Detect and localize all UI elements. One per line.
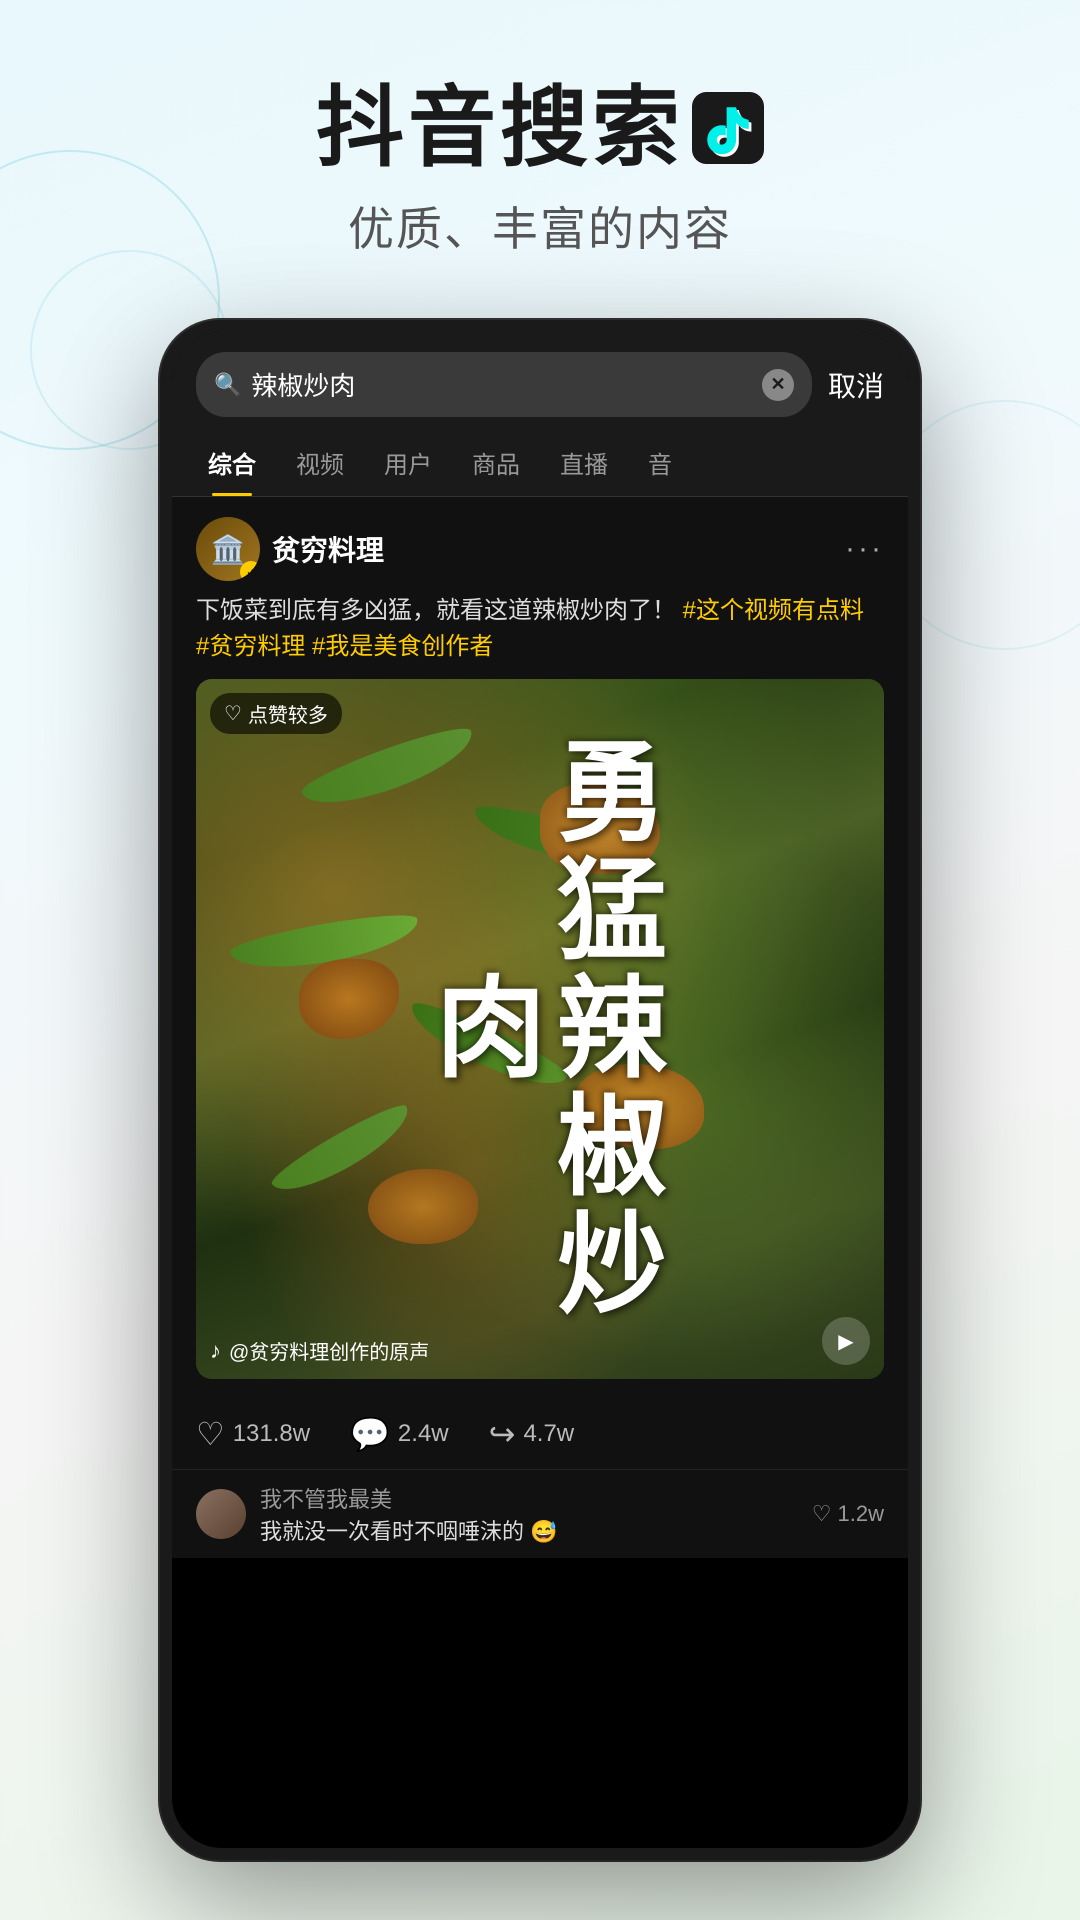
comment-like-number: 1.2w	[838, 1501, 884, 1527]
content-area: 🏛️ ✓ 贫穷料理 ··· 下饭菜到底有多凶猛，就看这道辣椒炒肉了！ #这个视频…	[172, 497, 908, 1558]
likes-tag-icon: ♡	[224, 701, 242, 726]
post-author[interactable]: 🏛️ ✓ 贫穷料理	[196, 517, 384, 581]
post-text: 下饭菜到底有多凶猛，就看这道辣椒炒肉了！ #这个视频有点料 #贫穷料理 #我是美…	[196, 593, 884, 665]
tab-直播[interactable]: 直播	[540, 429, 628, 496]
video-title-text: 勇猛辣椒炒肉	[419, 679, 661, 1379]
cancel-search-button[interactable]: 取消	[828, 365, 884, 405]
tab-商品[interactable]: 商品	[452, 429, 540, 496]
comment-text-area: 我不管我最美 我就没一次看时不咽唾沫的 😅	[260, 1482, 798, 1546]
comment-preview: 我不管我最美 我就没一次看时不咽唾沫的 😅 ♡ 1.2w	[172, 1469, 908, 1558]
tab-视频[interactable]: 视频	[276, 429, 364, 496]
comment-button[interactable]: 💬 2.4w	[350, 1415, 449, 1453]
search-icon: 🔍	[214, 372, 241, 398]
interaction-bar: ♡ 131.8w 💬 2.4w ↪ 4.7w	[172, 1399, 908, 1469]
tab-音[interactable]: 音	[628, 429, 692, 496]
header-section: 抖音搜索 优质、丰富的内容	[0, 0, 1080, 299]
share-icon: ↪	[489, 1415, 516, 1453]
search-input-container[interactable]: 🔍 辣椒炒肉 ✕	[196, 352, 812, 417]
tiktok-audio-icon: ♪	[210, 1338, 221, 1364]
phone-screen: 🔍 辣椒炒肉 ✕ 取消 综合 视频 用户 商品	[172, 332, 908, 1848]
clear-search-button[interactable]: ✕	[762, 369, 794, 401]
author-name: 贫穷料理	[272, 529, 384, 569]
audio-bar[interactable]: ♪ @贫穷料理创作的原声	[210, 1336, 429, 1365]
likes-tag: ♡ 点赞较多	[210, 693, 342, 734]
video-title-overlay: 勇猛辣椒炒肉	[196, 679, 884, 1379]
app-title-text: 抖音搜索	[316, 80, 684, 177]
comment-icon: 💬	[350, 1415, 390, 1453]
share-count: 4.7w	[523, 1420, 574, 1448]
like-button[interactable]: ♡ 131.8w	[196, 1415, 310, 1453]
avatar: 🏛️ ✓	[196, 517, 260, 581]
like-icon: ♡	[196, 1415, 225, 1453]
tab-用户[interactable]: 用户	[364, 429, 452, 496]
phone-mockup: 🔍 辣椒炒肉 ✕ 取消 综合 视频 用户 商品	[160, 320, 920, 1860]
comment-count: 2.4w	[398, 1420, 449, 1448]
audio-text: @贫穷料理创作的原声	[229, 1336, 429, 1365]
commenter-name: 我不管我最美	[260, 1482, 798, 1514]
verified-badge: ✓	[240, 561, 260, 581]
comment-content: 我就没一次看时不咽唾沫的 😅	[260, 1514, 798, 1546]
more-options-button[interactable]: ···	[845, 532, 884, 566]
likes-tag-text: 点赞较多	[248, 699, 328, 728]
hashtag-1[interactable]: #这个视频有点料	[683, 597, 864, 624]
hashtag-3[interactable]: #我是美食创作者	[312, 633, 493, 660]
play-button[interactable]: ▶	[822, 1317, 870, 1365]
tab-综合[interactable]: 综合	[188, 429, 276, 496]
search-bar-area: 🔍 辣椒炒肉 ✕ 取消	[172, 332, 908, 429]
app-title: 抖音搜索	[0, 80, 1080, 177]
like-count: 131.8w	[233, 1420, 310, 1448]
video-thumbnail[interactable]: 勇猛辣椒炒肉 ♡ 点赞较多 ♪ @贫穷料理创作的原声	[196, 679, 884, 1379]
comment-like-icon: ♡	[812, 1501, 832, 1527]
post-header: 🏛️ ✓ 贫穷料理 ···	[196, 517, 884, 581]
post-description: 下饭菜到底有多凶猛，就看这道辣椒炒肉了！	[196, 597, 683, 624]
tiktok-logo-icon	[692, 92, 764, 164]
phone-frame: 🔍 辣椒炒肉 ✕ 取消 综合 视频 用户 商品	[160, 320, 920, 1860]
post-card: 🏛️ ✓ 贫穷料理 ··· 下饭菜到底有多凶猛，就看这道辣椒炒肉了！ #这个视频…	[172, 497, 908, 1399]
hashtag-2[interactable]: #贫穷料理	[196, 633, 305, 660]
commenter-avatar	[196, 1489, 246, 1539]
tabs-bar: 综合 视频 用户 商品 直播 音	[172, 429, 908, 497]
search-query-text: 辣椒炒肉	[251, 366, 752, 403]
share-button[interactable]: ↪ 4.7w	[489, 1415, 575, 1453]
app-subtitle: 优质、丰富的内容	[0, 193, 1080, 259]
comment-like-count[interactable]: ♡ 1.2w	[812, 1501, 884, 1527]
